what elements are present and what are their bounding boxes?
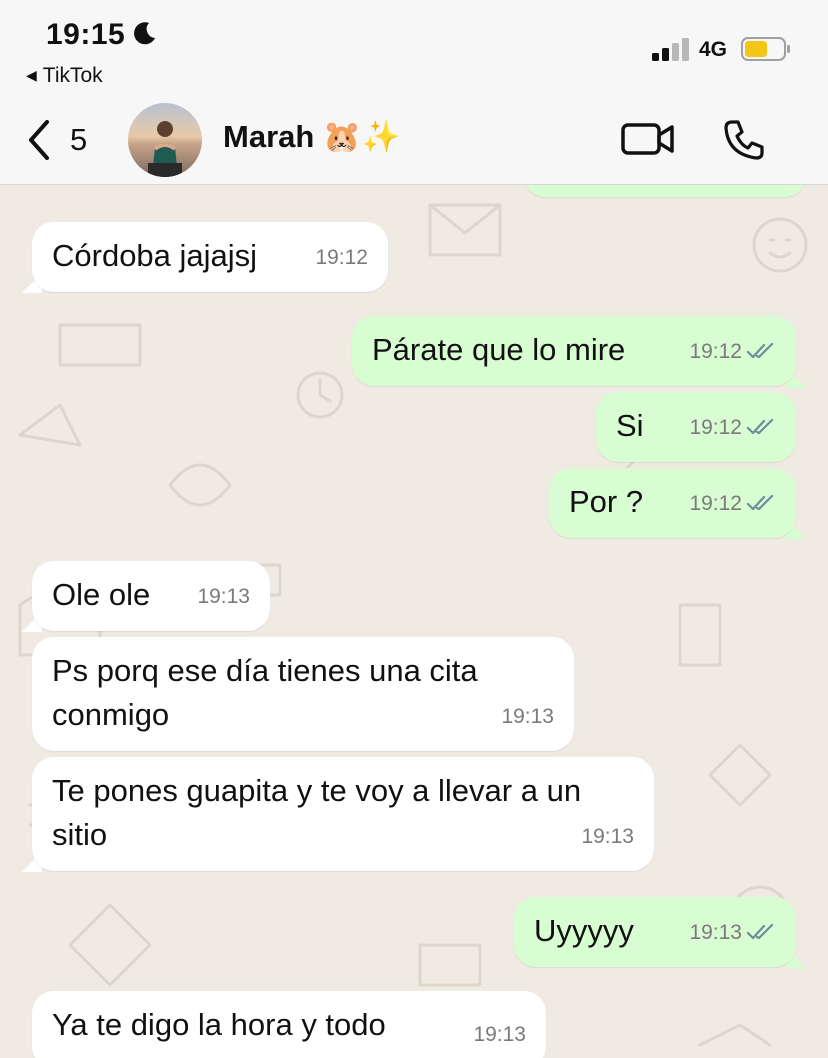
message-text: Párate que lo mire: [372, 332, 626, 367]
double-check-icon: [746, 494, 774, 511]
message-text: Ya te digo la hora y todo: [52, 1007, 386, 1042]
chevron-left-icon[interactable]: [26, 118, 52, 162]
message-time: 19:12: [315, 246, 368, 269]
network-type: 4G: [699, 38, 728, 61]
chat-area[interactable]: Córdoba jajajsj 19:12 Párate que lo mire…: [0, 185, 828, 1058]
chat-header: 5 Marah 🐹✨: [0, 100, 828, 185]
message-text: Te pones guapita y te voy a llevar a un …: [52, 773, 582, 852]
message-text: Por ?: [569, 484, 644, 519]
message-outgoing[interactable]: Si 19:12: [596, 392, 796, 462]
message-meta: 19:13: [689, 911, 776, 955]
message-time: 19:13: [197, 585, 250, 608]
message-outgoing[interactable]: Párate que lo mire 19:12: [352, 316, 796, 386]
status-bar: 19:15 ◀ TikTok 4G: [0, 0, 828, 100]
message-time: 19:12: [689, 416, 742, 439]
battery-icon: [741, 37, 790, 61]
unread-count[interactable]: 5: [70, 122, 87, 158]
avatar[interactable]: [128, 103, 202, 177]
message-incoming[interactable]: Ya te digo la hora y todo 19:13: [32, 991, 546, 1058]
back-to-app-link[interactable]: ◀ TikTok: [26, 64, 103, 88]
partial-outgoing-bubble: [524, 185, 806, 197]
signal-icon: [652, 38, 689, 61]
message-time: 19:13: [473, 1023, 526, 1046]
message-time: 19:13: [581, 825, 634, 848]
message-meta: 19:12: [689, 406, 776, 450]
message-text: Si: [616, 408, 644, 443]
message-incoming[interactable]: Ps porq ese día tienes una cita conmigo …: [32, 637, 574, 751]
message-meta: 19:12: [689, 482, 776, 526]
back-triangle-icon: ◀: [26, 67, 37, 83]
message-outgoing[interactable]: Uyyyyy 19:13: [514, 897, 796, 967]
message-text: Ps porq ese día tienes una cita conmigo: [52, 653, 478, 732]
double-check-icon: [746, 418, 774, 435]
message-outgoing[interactable]: Por ? 19:12: [549, 468, 796, 538]
message-time: 19:13: [501, 705, 554, 728]
message-meta: 19:12: [689, 330, 776, 374]
message-time: 19:12: [689, 492, 742, 515]
double-check-icon: [746, 342, 774, 359]
video-camera-icon[interactable]: [620, 120, 676, 158]
phone-icon[interactable]: [722, 118, 766, 162]
message-incoming[interactable]: Ole ole 19:13: [32, 561, 270, 631]
message-time: 19:12: [689, 340, 742, 363]
message-incoming[interactable]: Te pones guapita y te voy a llevar a un …: [32, 757, 654, 871]
message-text: Ole ole: [52, 577, 151, 612]
message-text: Córdoba jajajsj: [52, 238, 258, 273]
message-incoming[interactable]: Córdoba jajajsj 19:12: [32, 222, 388, 292]
double-check-icon: [746, 923, 774, 940]
moon-icon: [134, 22, 155, 45]
status-time: 19:15: [46, 18, 126, 51]
contact-name[interactable]: Marah 🐹✨: [223, 118, 400, 155]
back-app-label: TikTok: [42, 64, 103, 87]
message-text: Uyyyyy: [534, 913, 634, 948]
message-time: 19:13: [689, 921, 742, 944]
